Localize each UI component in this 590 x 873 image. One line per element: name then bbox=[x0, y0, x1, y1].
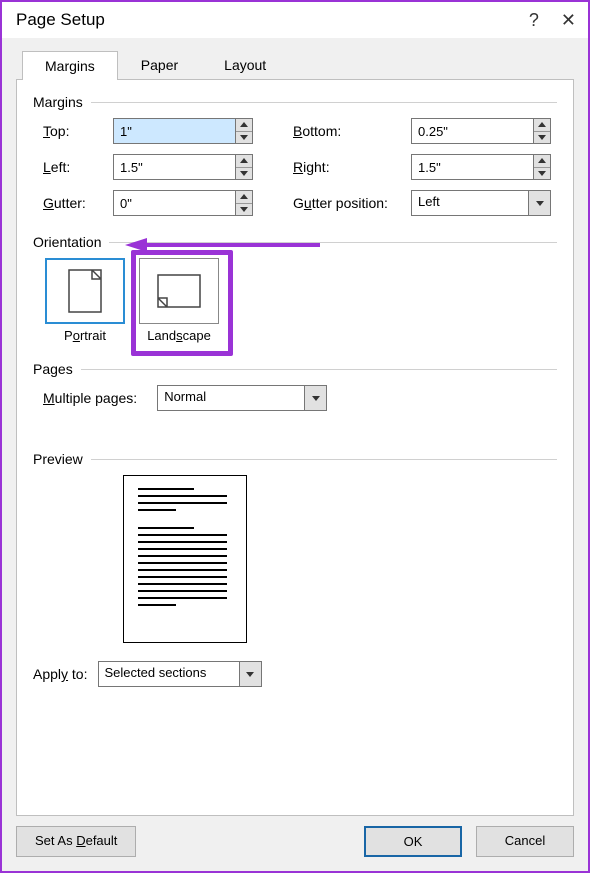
bottom-label: Bottom: bbox=[293, 123, 411, 139]
top-label: Top: bbox=[43, 123, 113, 139]
close-icon[interactable]: ✕ bbox=[561, 11, 576, 29]
orientation-label: Orientation bbox=[33, 234, 101, 250]
titlebar: Page Setup ? ✕ bbox=[2, 2, 588, 38]
margins-grid: Top: Bottom: Left: Right: bbox=[33, 118, 557, 216]
preview-label: Preview bbox=[33, 451, 83, 467]
spinner-down-icon[interactable] bbox=[236, 132, 252, 144]
preview-page-icon bbox=[123, 475, 247, 643]
apply-to-label: Apply to: bbox=[33, 666, 88, 682]
gutter-pos-combo[interactable]: Left bbox=[411, 190, 551, 216]
apply-to-value: Selected sections bbox=[99, 662, 239, 686]
multi-pages-label: Multiple pages: bbox=[43, 390, 137, 406]
apply-to-combo[interactable]: Selected sections bbox=[98, 661, 262, 687]
section-pages: Pages bbox=[33, 361, 557, 377]
set-default-button[interactable]: Set As Default bbox=[16, 826, 136, 857]
multi-pages-value: Normal bbox=[158, 386, 304, 410]
bottom-spinner[interactable] bbox=[411, 118, 551, 144]
spinner-up-icon[interactable] bbox=[534, 155, 550, 168]
orientation-options: Portrait Landscape bbox=[33, 258, 557, 343]
margins-label: Margins bbox=[33, 94, 83, 110]
section-margins: Margins bbox=[33, 94, 557, 110]
section-orientation: Orientation bbox=[33, 234, 557, 250]
portrait-icon bbox=[45, 258, 125, 324]
spinner-up-icon[interactable] bbox=[236, 119, 252, 132]
pages-label: Pages bbox=[33, 361, 73, 377]
left-input[interactable] bbox=[114, 155, 235, 179]
tab-margins[interactable]: Margins bbox=[22, 51, 118, 80]
bottom-input[interactable] bbox=[412, 119, 533, 143]
left-label: Left: bbox=[43, 159, 113, 175]
top-input[interactable] bbox=[114, 119, 235, 143]
dialog-footer: Set As Default OK Cancel bbox=[16, 826, 574, 857]
margins-panel: Margins Top: Bottom: Left: bbox=[16, 79, 574, 816]
spinner-up-icon[interactable] bbox=[236, 155, 252, 168]
multi-pages-combo[interactable]: Normal bbox=[157, 385, 327, 411]
left-spinner[interactable] bbox=[113, 154, 253, 180]
spinner-down-icon[interactable] bbox=[236, 168, 252, 180]
landscape-label: Landscape bbox=[139, 328, 219, 343]
page-setup-dialog: Page Setup ? ✕ Margins Paper Layout Marg… bbox=[0, 0, 590, 873]
chevron-down-icon[interactable] bbox=[304, 386, 326, 410]
landscape-icon bbox=[139, 258, 219, 324]
section-preview: Preview bbox=[33, 451, 557, 467]
gutter-label: Gutter: bbox=[43, 195, 113, 211]
chevron-down-icon[interactable] bbox=[239, 662, 261, 686]
spinner-up-icon[interactable] bbox=[534, 119, 550, 132]
tab-paper[interactable]: Paper bbox=[118, 50, 201, 79]
chevron-down-icon[interactable] bbox=[528, 191, 550, 215]
ok-button[interactable]: OK bbox=[364, 826, 462, 857]
gutter-pos-value: Left bbox=[412, 191, 528, 215]
tab-layout[interactable]: Layout bbox=[201, 50, 289, 79]
gutter-input[interactable] bbox=[114, 191, 235, 215]
landscape-option[interactable]: Landscape bbox=[139, 258, 219, 343]
apply-to-row: Apply to: Selected sections bbox=[33, 661, 557, 687]
help-icon[interactable]: ? bbox=[529, 11, 539, 29]
gutter-pos-label: Gutter position: bbox=[293, 195, 411, 211]
window-title: Page Setup bbox=[16, 10, 105, 30]
tab-strip: Margins Paper Layout bbox=[16, 38, 574, 79]
spinner-down-icon[interactable] bbox=[236, 204, 252, 216]
dialog-body: Margins Paper Layout Margins Top: Bottom… bbox=[2, 38, 588, 871]
right-label: Right: bbox=[293, 159, 411, 175]
spinner-down-icon[interactable] bbox=[534, 132, 550, 144]
right-spinner[interactable] bbox=[411, 154, 551, 180]
annotation-arrow bbox=[125, 236, 325, 254]
gutter-spinner[interactable] bbox=[113, 190, 253, 216]
spinner-up-icon[interactable] bbox=[236, 191, 252, 204]
top-spinner[interactable] bbox=[113, 118, 253, 144]
cancel-button[interactable]: Cancel bbox=[476, 826, 574, 857]
portrait-option[interactable]: Portrait bbox=[45, 258, 125, 343]
portrait-label: Portrait bbox=[45, 328, 125, 343]
right-input[interactable] bbox=[412, 155, 533, 179]
spinner-down-icon[interactable] bbox=[534, 168, 550, 180]
